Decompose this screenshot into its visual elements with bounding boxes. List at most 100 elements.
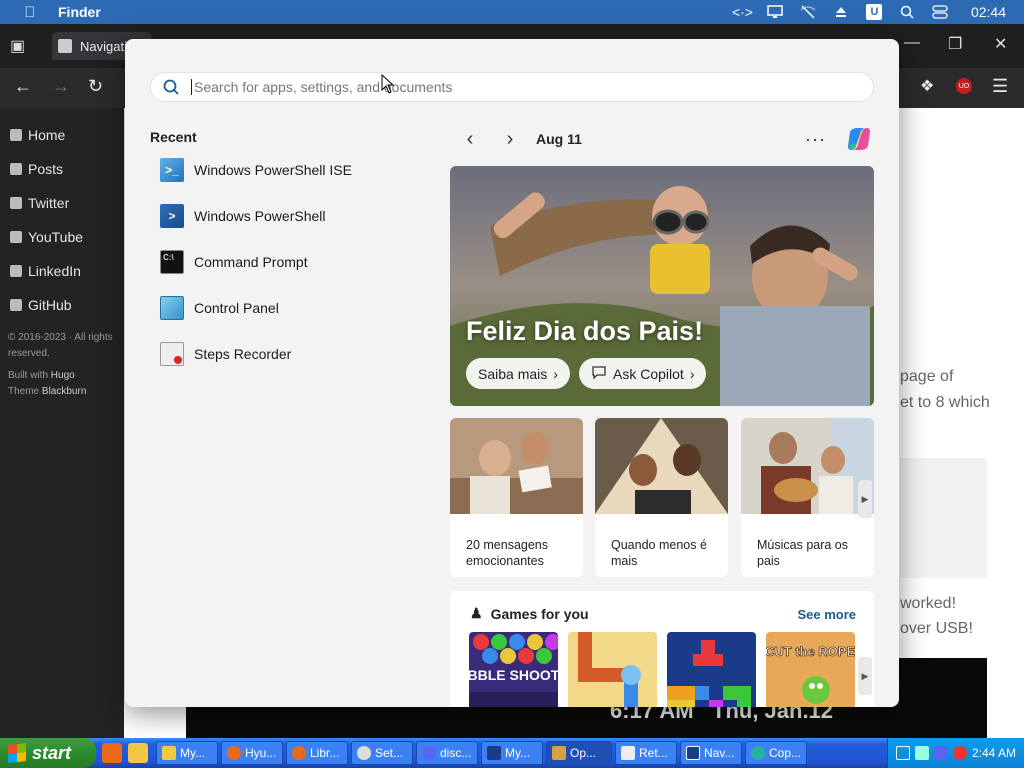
games-next-icon[interactable]: ▶ [858, 657, 872, 695]
game-tile-pipes[interactable] [568, 632, 657, 707]
taskbar-button-op[interactable]: Op... [546, 741, 612, 765]
chevron-right-icon[interactable]: › [490, 125, 530, 153]
recent-item-control-panel[interactable]: Control Panel [150, 285, 430, 331]
firefox-quicklaunch-icon[interactable] [102, 743, 122, 763]
recent-item-command-prompt[interactable]: C:\ Command Prompt [150, 239, 430, 285]
alert-icon[interactable] [952, 746, 967, 760]
card-caption: 20 mensagens emocionantes [466, 538, 549, 568]
news-card-3[interactable]: Músicas para os pais [741, 418, 874, 577]
tray-clock[interactable]: 2:44 AM [972, 746, 1016, 760]
news-card-2[interactable]: Quando menos é mais [595, 418, 728, 577]
control-panel-icon [160, 296, 184, 320]
close-icon[interactable]: ✕ [994, 34, 1007, 54]
display-icon[interactable] [759, 0, 792, 24]
more-options-icon[interactable]: ··· [805, 129, 826, 150]
learn-more-button[interactable]: Saiba mais › [466, 358, 570, 389]
extensions-icon[interactable]: ❖ [920, 76, 934, 96]
chevron-right-icon: › [553, 365, 558, 382]
menubar-clock[interactable]: 02:44 [971, 4, 1006, 20]
folder-quicklaunch-icon[interactable] [128, 743, 148, 763]
recent-item-powershell-ise[interactable]: >_ Windows PowerShell ISE [150, 147, 430, 193]
wifi-off-icon[interactable] [792, 0, 825, 24]
command-prompt-icon: C:\ [160, 250, 184, 274]
hero-card[interactable]: Feliz Dia dos Pais! Saiba mais › Ask Cop… [450, 166, 874, 406]
taskbar-button-disc[interactable]: disc... [416, 741, 478, 765]
reload-icon[interactable]: ↻ [88, 76, 103, 97]
site-nav-youtube[interactable]: YouTube [0, 220, 124, 254]
feed-header: ‹ › Aug 11 ··· [450, 125, 874, 153]
recent-item-powershell[interactable]: > Windows PowerShell [150, 193, 430, 239]
start-search-panel: Recent >_ Windows PowerShell ISE > Windo… [125, 39, 899, 707]
copilot-icon [751, 746, 765, 760]
taskbar-button-my-2[interactable]: My... [481, 741, 543, 765]
back-icon[interactable]: ← [14, 76, 32, 97]
games-section: ♟ Games for you See more BUBBLE SHOOTER [450, 591, 874, 707]
article-text-1: page of [900, 368, 954, 385]
site-nav-github[interactable]: GitHub [0, 288, 124, 322]
powershell-ise-icon: >_ [160, 158, 184, 182]
ublock-icon[interactable]: UO [956, 78, 972, 94]
site-footer: © 2016-2023 · All rights reserved. Built… [0, 322, 124, 408]
hero-title: Feliz Dia dos Pais! [466, 316, 704, 346]
taskbar-button-cop[interactable]: Cop... [745, 741, 807, 765]
spotlight-search-icon[interactable] [891, 0, 924, 24]
recent-section: Recent >_ Windows PowerShell ISE > Windo… [150, 129, 430, 377]
mac-menu-bar:  Finder <·> U 02:44 [0, 0, 1024, 24]
menu-icon[interactable]: ☰ [992, 76, 1008, 97]
firefox-icon [227, 746, 241, 760]
site-nav-linkedin[interactable]: LinkedIn [0, 254, 124, 288]
control-center-icon[interactable] [924, 0, 957, 24]
code-block [900, 458, 987, 578]
chat-bubble-icon [591, 365, 607, 382]
steps-recorder-icon [160, 342, 184, 366]
chevron-left-icon[interactable]: ‹ [450, 125, 490, 153]
chevron-right-icon: › [689, 365, 695, 382]
windows-logo-icon [8, 743, 26, 763]
network-icon[interactable] [895, 746, 910, 760]
eject-icon[interactable] [825, 0, 858, 24]
hugo-link[interactable]: Hugo [51, 370, 75, 381]
site-nav-posts[interactable]: Posts [0, 152, 124, 186]
feed-date: Aug 11 [536, 131, 582, 147]
u-menu-icon[interactable]: U [858, 0, 891, 24]
list-icon [10, 163, 22, 175]
blackburn-link[interactable]: Blackburn [42, 386, 86, 397]
game-tile-cut-the-rope[interactable]: CUT the ROPE [766, 632, 855, 707]
cards-next-icon[interactable]: ▶ [858, 480, 872, 518]
site-nav-twitter[interactable]: Twitter [0, 186, 124, 220]
home-icon [10, 129, 22, 141]
game-title: BUBBLE SHOOTER [469, 667, 558, 683]
article-text-4: over USB! [900, 620, 973, 637]
game-title: CUT the ROPE [766, 644, 855, 659]
forward-icon[interactable]: → [52, 76, 70, 97]
taskbar-button-nav[interactable]: Nav... [680, 741, 742, 765]
game-tile-blocks[interactable] [667, 632, 756, 707]
card-image [450, 418, 583, 514]
volume-icon[interactable] [914, 746, 929, 760]
search-box[interactable] [150, 72, 874, 102]
search-input[interactable] [191, 79, 851, 95]
tab-panel-icon[interactable]: ▣ [10, 36, 25, 56]
apple-icon[interactable]:  [18, 4, 42, 21]
site-nav-home[interactable]: Home [0, 118, 124, 152]
taskbar-button-hyu[interactable]: Hyu... [221, 741, 283, 765]
article-text-3: worked! [900, 595, 957, 612]
tab-favicon-icon [58, 39, 72, 53]
game-tile-bubble-shooter[interactable]: BUBBLE SHOOTER [469, 632, 558, 707]
code-icon[interactable]: <·> [726, 0, 759, 24]
minimize-icon[interactable]: — [904, 34, 920, 52]
taskbar-button-set[interactable]: Set... [351, 741, 413, 765]
finder-menu[interactable]: Finder [58, 4, 101, 20]
restore-icon[interactable]: ❐ [948, 34, 962, 54]
news-card-1[interactable]: 20 mensagens emocionantes [450, 418, 583, 577]
copilot-icon[interactable] [844, 124, 874, 154]
start-button[interactable]: start [0, 738, 96, 768]
games-heading: ♟ Games for you [470, 605, 589, 622]
taskbar-button-libr[interactable]: Libr... [286, 741, 348, 765]
taskbar-button-ret[interactable]: Ret... [615, 741, 677, 765]
discord-tray-icon[interactable] [933, 746, 948, 760]
taskbar-button-my[interactable]: My... [156, 741, 218, 765]
see-more-link[interactable]: See more [797, 607, 856, 622]
recent-item-steps-recorder[interactable]: Steps Recorder [150, 331, 430, 377]
ask-copilot-button[interactable]: Ask Copilot › [579, 358, 707, 389]
